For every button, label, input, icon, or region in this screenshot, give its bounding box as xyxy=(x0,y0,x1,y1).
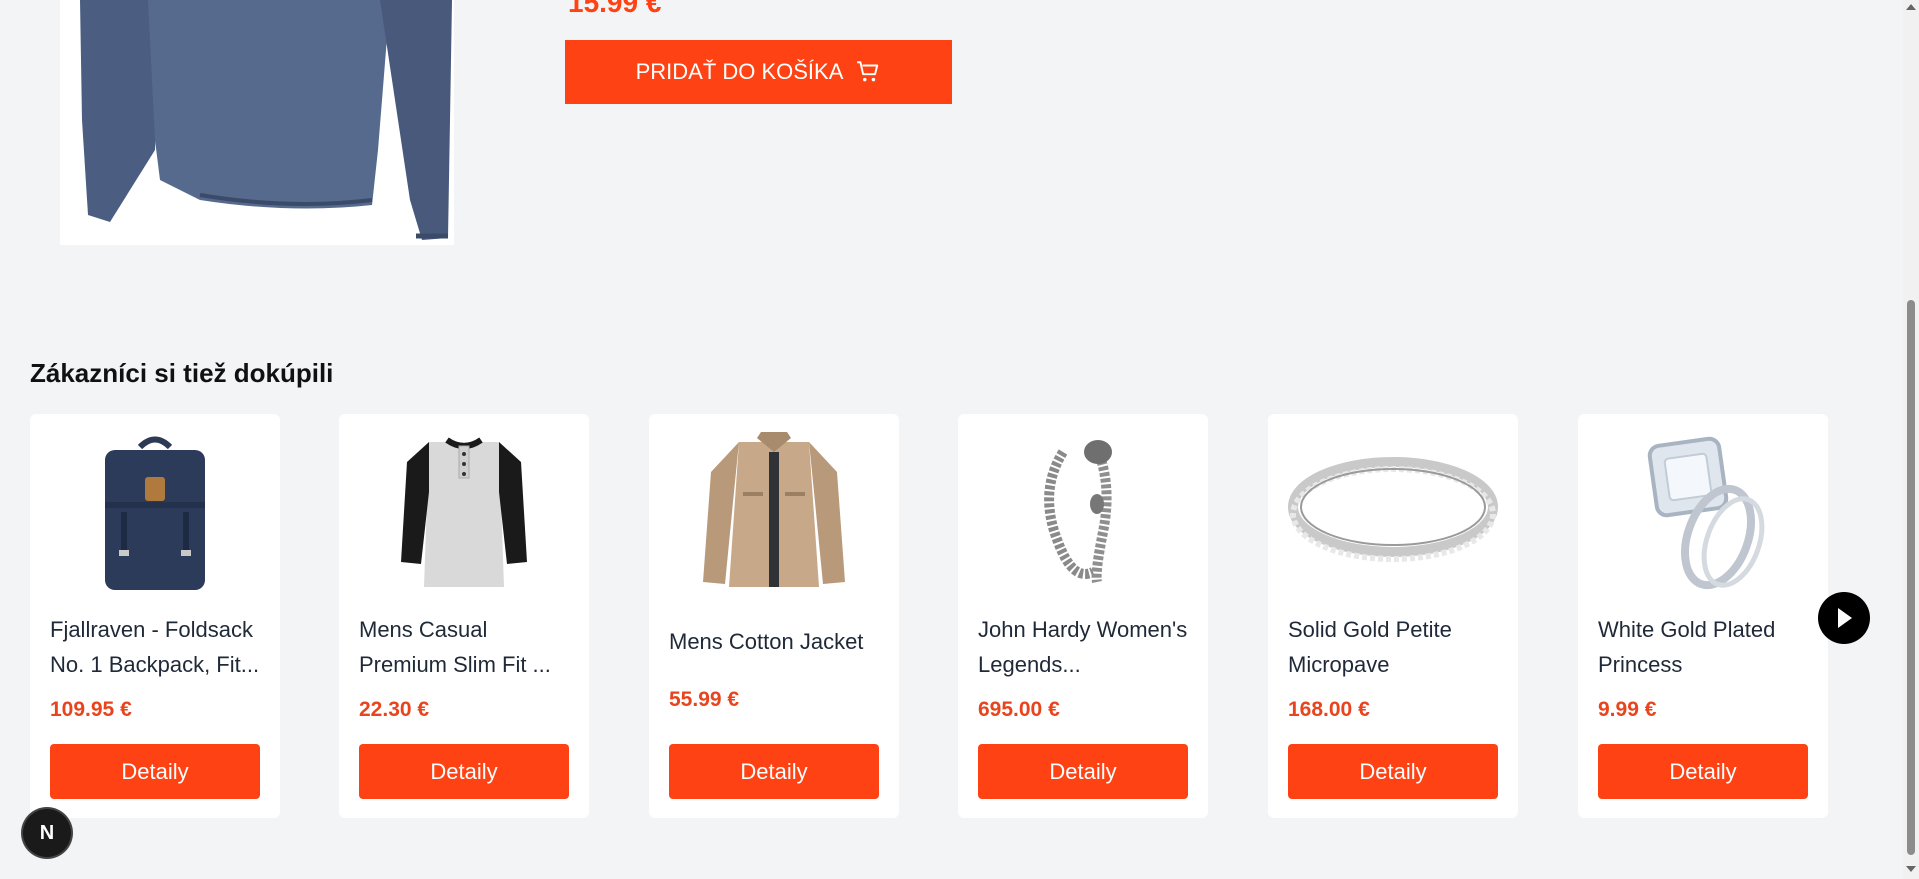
product-name: John Hardy Women's Legends... xyxy=(978,617,1188,677)
product-name: Mens Casual Premium Slim Fit ... xyxy=(359,617,551,677)
product-name: Solid Gold Petite Micropave xyxy=(1288,617,1452,677)
jacket-image xyxy=(669,432,879,592)
play-arrow-icon xyxy=(1838,608,1852,628)
product-price: 695.00 € xyxy=(978,698,1060,721)
product-name: White Gold Plated Princess xyxy=(1598,617,1776,677)
product-card: Mens Cotton Jacket 55.99 € Detaily xyxy=(649,414,899,818)
badge-letter: N xyxy=(39,821,55,844)
product-image xyxy=(60,0,454,245)
product-card: Mens Casual Premium Slim Fit ... 22.30 €… xyxy=(339,414,589,818)
details-button[interactable]: Detaily xyxy=(359,744,569,799)
details-button[interactable]: Detaily xyxy=(1288,744,1498,799)
product-price: 168.00 € xyxy=(1288,698,1370,721)
add-to-cart-button[interactable]: PRIDAŤ DO KOŠÍKA xyxy=(565,40,952,104)
scrollbar-thumb[interactable] xyxy=(1907,300,1915,855)
dev-tools-badge[interactable]: N xyxy=(23,809,71,857)
princess-ring-image xyxy=(1598,432,1808,592)
scroll-down-icon[interactable] xyxy=(1906,866,1916,872)
product-price: 15.99 € xyxy=(568,0,662,18)
cart-icon xyxy=(857,61,879,82)
details-button[interactable]: Detaily xyxy=(1598,744,1808,799)
ring-image xyxy=(1288,432,1498,592)
product-card: White Gold Plated Princess 9.99 € Detail… xyxy=(1578,414,1828,818)
details-button[interactable]: Detaily xyxy=(669,744,879,799)
scroll-up-icon[interactable] xyxy=(1906,4,1916,10)
bracelet-image xyxy=(978,432,1188,592)
product-price: 109.95 € xyxy=(50,698,132,721)
shirt-image xyxy=(359,432,569,592)
product-card: John Hardy Women's Legends... 695.00 € D… xyxy=(958,414,1208,818)
details-button[interactable]: Detaily xyxy=(978,744,1188,799)
backpack-image xyxy=(50,432,260,592)
product-price: 22.30 € xyxy=(359,698,430,721)
section-title: Zákazníci si tiež dokúpili xyxy=(30,358,334,388)
sweater-image xyxy=(60,0,454,245)
details-button[interactable]: Detaily xyxy=(50,744,260,799)
product-name: Mens Cotton Jacket xyxy=(669,629,864,654)
carousel-next-button[interactable] xyxy=(1818,592,1870,644)
product-price: 55.99 € xyxy=(669,688,740,711)
product-card: Fjallraven - Foldsack No. 1 Backpack, Fi… xyxy=(30,414,280,818)
add-to-cart-label: PRIDAŤ DO KOŠÍKA xyxy=(635,59,844,84)
product-name: Fjallraven - Foldsack No. 1 Backpack, Fi… xyxy=(50,617,260,677)
product-price: 9.99 € xyxy=(1598,698,1657,721)
product-card: Solid Gold Petite Micropave 168.00 € Det… xyxy=(1268,414,1518,818)
